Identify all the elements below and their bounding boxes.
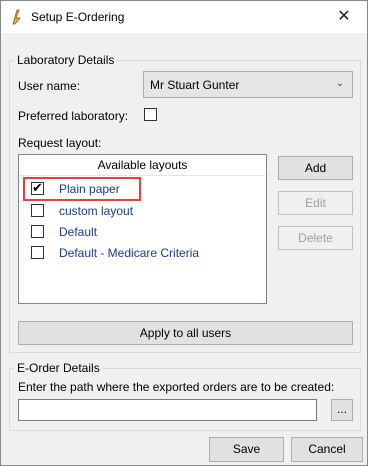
list-item[interactable]: Default bbox=[19, 222, 266, 242]
user-name-label: User name: bbox=[18, 79, 81, 93]
highlight-box bbox=[23, 177, 141, 201]
layout-checkbox[interactable] bbox=[31, 246, 44, 259]
add-button[interactable]: Add bbox=[278, 156, 353, 180]
user-name-select[interactable]: Mr Stuart Gunter ⌄ bbox=[143, 71, 353, 98]
layout-checkbox[interactable] bbox=[31, 204, 44, 217]
browse-button[interactable]: ... bbox=[331, 399, 353, 421]
request-layout-label: Request layout: bbox=[18, 136, 102, 150]
cancel-button[interactable]: Cancel bbox=[291, 437, 363, 462]
layout-label: custom layout bbox=[59, 204, 134, 218]
path-label: Enter the path where the exported orders… bbox=[18, 380, 335, 394]
window-title: Setup E-Ordering bbox=[31, 10, 125, 24]
edit-button[interactable]: Edit bbox=[278, 191, 353, 215]
layout-label: Default - Medicare Criteria bbox=[59, 246, 200, 260]
layout-checkbox[interactable] bbox=[31, 225, 44, 238]
export-path-input[interactable] bbox=[18, 399, 317, 421]
setup-eordering-dialog: Setup E-Ordering ✕ Laboratory Details Us… bbox=[0, 0, 368, 466]
list-header: Available layouts bbox=[19, 155, 266, 176]
preferred-laboratory-checkbox[interactable] bbox=[144, 108, 157, 121]
chevron-down-icon: ⌄ bbox=[335, 78, 344, 89]
save-button[interactable]: Save bbox=[209, 437, 284, 462]
app-icon bbox=[12, 9, 21, 25]
list-item[interactable]: custom layout bbox=[19, 201, 266, 221]
laboratory-details-legend: Laboratory Details bbox=[17, 53, 115, 67]
delete-button[interactable]: Delete bbox=[278, 226, 353, 250]
title-bar: Setup E-Ordering ✕ bbox=[1, 1, 367, 33]
preferred-laboratory-label: Preferred laboratory: bbox=[18, 109, 129, 123]
close-icon[interactable]: ✕ bbox=[321, 1, 367, 33]
layout-label: Default bbox=[59, 225, 98, 239]
list-item[interactable]: Default - Medicare Criteria bbox=[19, 243, 266, 263]
apply-to-all-users-button[interactable]: Apply to all users bbox=[18, 321, 353, 345]
user-name-value: Mr Stuart Gunter bbox=[150, 78, 240, 92]
eorder-details-legend: E-Order Details bbox=[17, 361, 100, 375]
